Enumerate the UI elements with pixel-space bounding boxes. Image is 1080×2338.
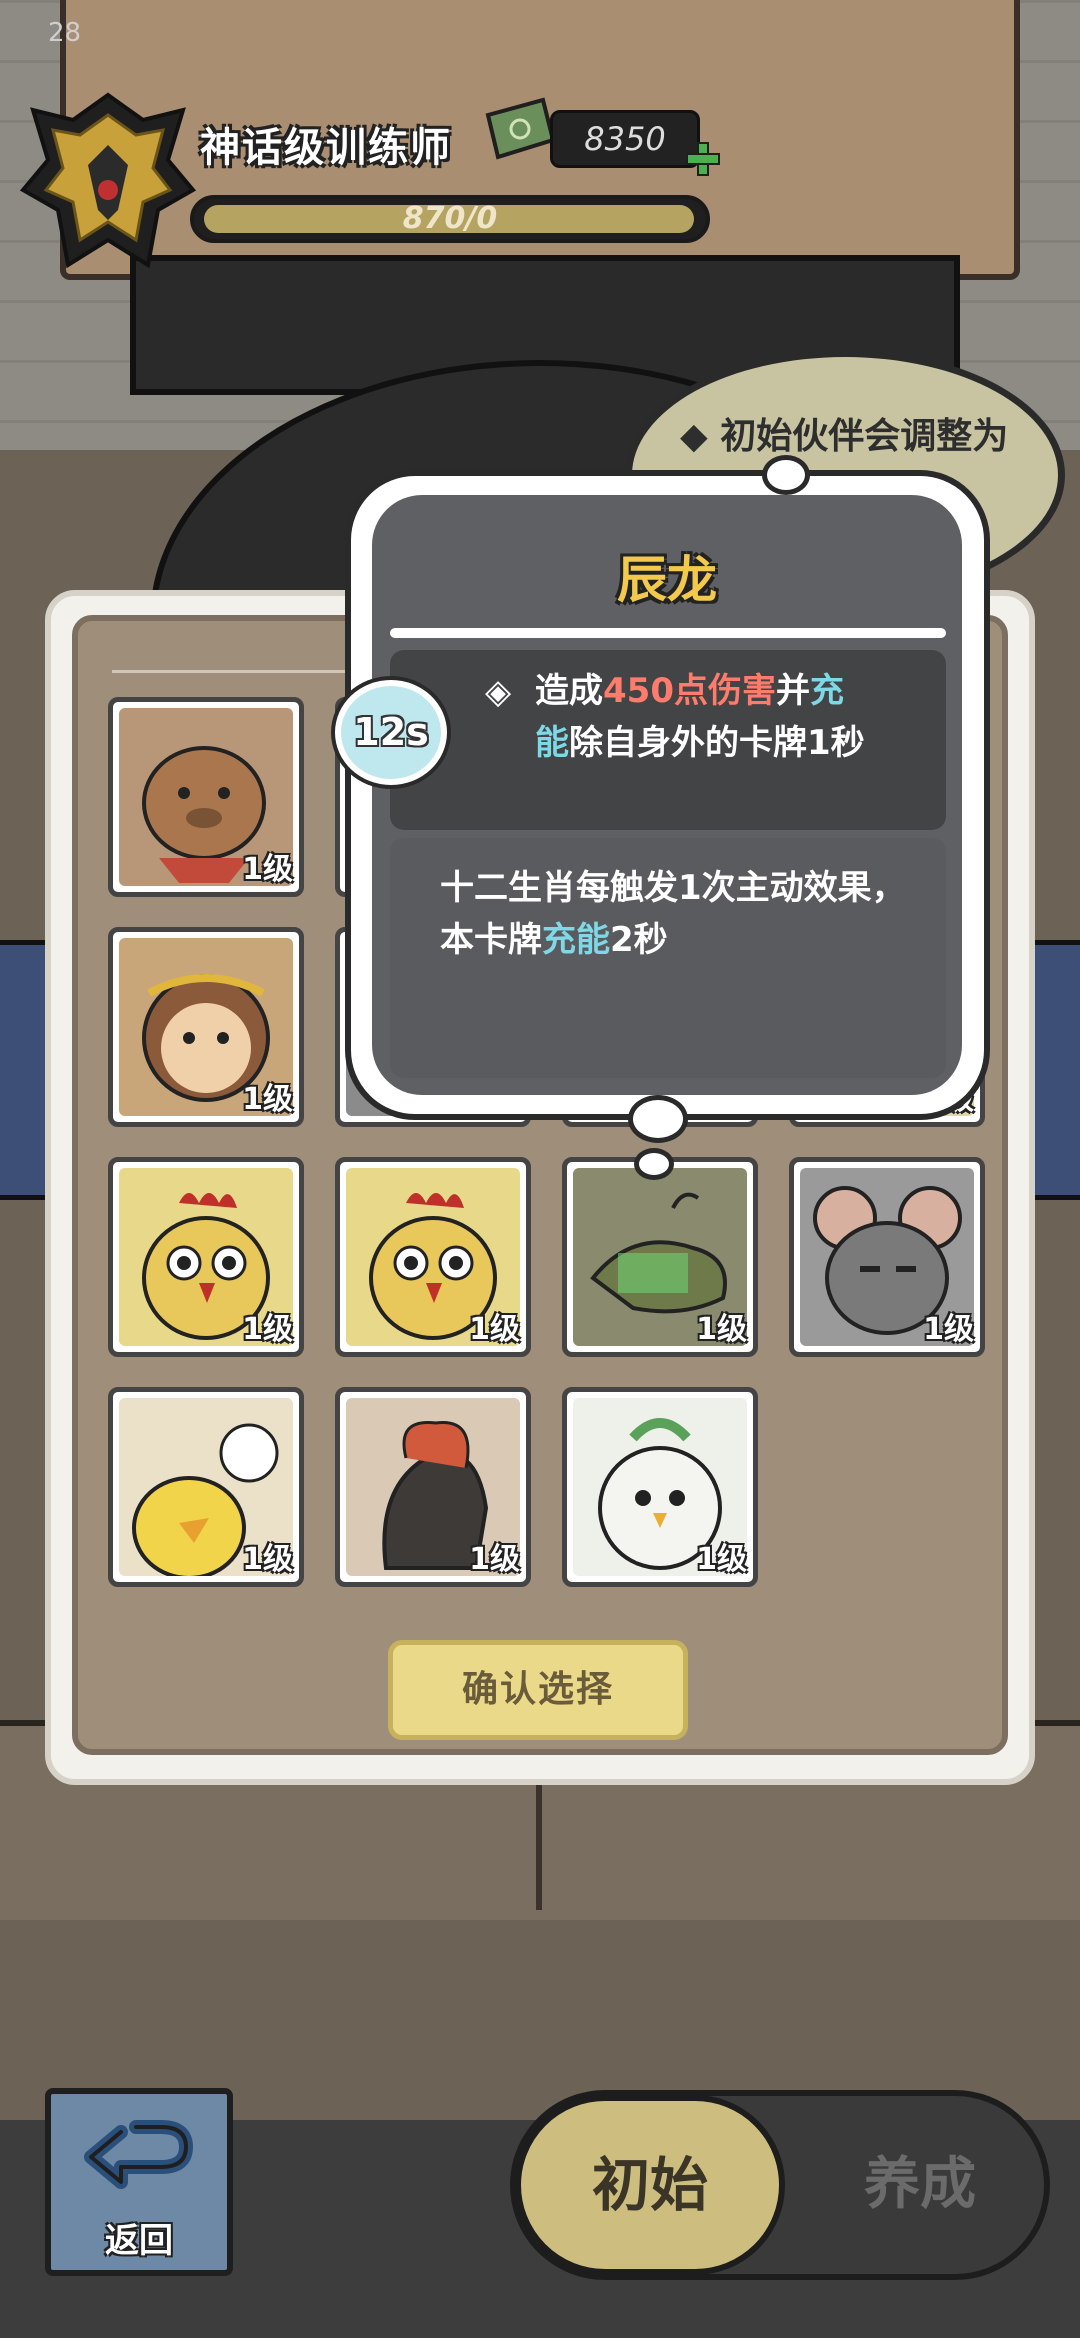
tooltip-title: 辰龙 [617, 551, 717, 609]
passive-text: 2秒 [610, 920, 668, 960]
cooldown-text: 12s [353, 710, 429, 754]
tooltip-passive-description: 十二生肖每触发1次主动效果，本卡牌充能2秒 [440, 862, 910, 966]
card-level: 1级 [696, 1542, 747, 1577]
tooltip-separator [390, 628, 946, 638]
back-arrow-icon [84, 2120, 193, 2189]
add-currency-icon[interactable] [684, 140, 722, 178]
card-monkey[interactable]: 1级 [108, 927, 304, 1127]
card-bird[interactable]: 1级 [562, 1387, 758, 1587]
cooldown-badge: 12s [335, 680, 447, 785]
diamond-bullet-icon: ◈ [485, 672, 512, 712]
back-button[interactable]: 返回 [45, 2088, 233, 2276]
card-level: 1级 [242, 852, 293, 887]
confirm-select-button[interactable]: 确认选择 [388, 1640, 688, 1740]
xp-text: 870/0 [402, 201, 498, 236]
card-capybara[interactable]: 1级 [108, 697, 304, 897]
card-level: 1级 [696, 1312, 747, 1347]
desc-damage: 450点伤害 [603, 671, 776, 711]
back-label: 返回 [105, 2221, 173, 2261]
desc-text: 除自身外的卡牌1秒 [569, 723, 865, 763]
card-level: 1级 [469, 1542, 520, 1577]
desc-text: 并 [775, 671, 810, 711]
card-chick-rabbit[interactable]: 1级 [108, 1387, 304, 1587]
fps-counter: 28 [48, 18, 82, 48]
rank-title: 神话级训练师 [200, 125, 452, 171]
tooltip-puff [762, 455, 810, 495]
tooltip-puff [628, 1095, 688, 1143]
card-rooster-1[interactable]: 1级 [108, 1157, 304, 1357]
card-level: 1级 [469, 1312, 520, 1347]
currency-amount: 8350 [584, 120, 666, 158]
tooltip-puff [634, 1148, 674, 1180]
card-rat[interactable]: 1级 [789, 1157, 985, 1357]
card-level: 1级 [242, 1542, 293, 1577]
passive-charge: 充能 [542, 920, 610, 960]
tooltip-active-description: 造成450点伤害并充能除自身外的卡牌1秒 [535, 665, 875, 769]
card-level: 1级 [923, 1312, 974, 1347]
rank-emblem-icon [18, 90, 198, 280]
desc-text: 造成 [535, 671, 603, 711]
xp-bar: 870/0 [190, 195, 710, 243]
card-horse[interactable]: 1级 [335, 1387, 531, 1587]
cash-icon [478, 95, 558, 165]
tab-grow[interactable]: 养成 [790, 2095, 1050, 2275]
card-rooster-2[interactable]: 1级 [335, 1157, 531, 1357]
currency-box: 8350 [550, 110, 700, 168]
tab-initial[interactable]: 初始 [515, 2095, 785, 2275]
card-level: 1级 [242, 1082, 293, 1117]
card-dragon[interactable]: 1级 [562, 1157, 758, 1357]
card-level: 1级 [242, 1312, 293, 1347]
passive-text: 十二生肖每触发1次主动效果，本卡牌 [440, 868, 906, 960]
